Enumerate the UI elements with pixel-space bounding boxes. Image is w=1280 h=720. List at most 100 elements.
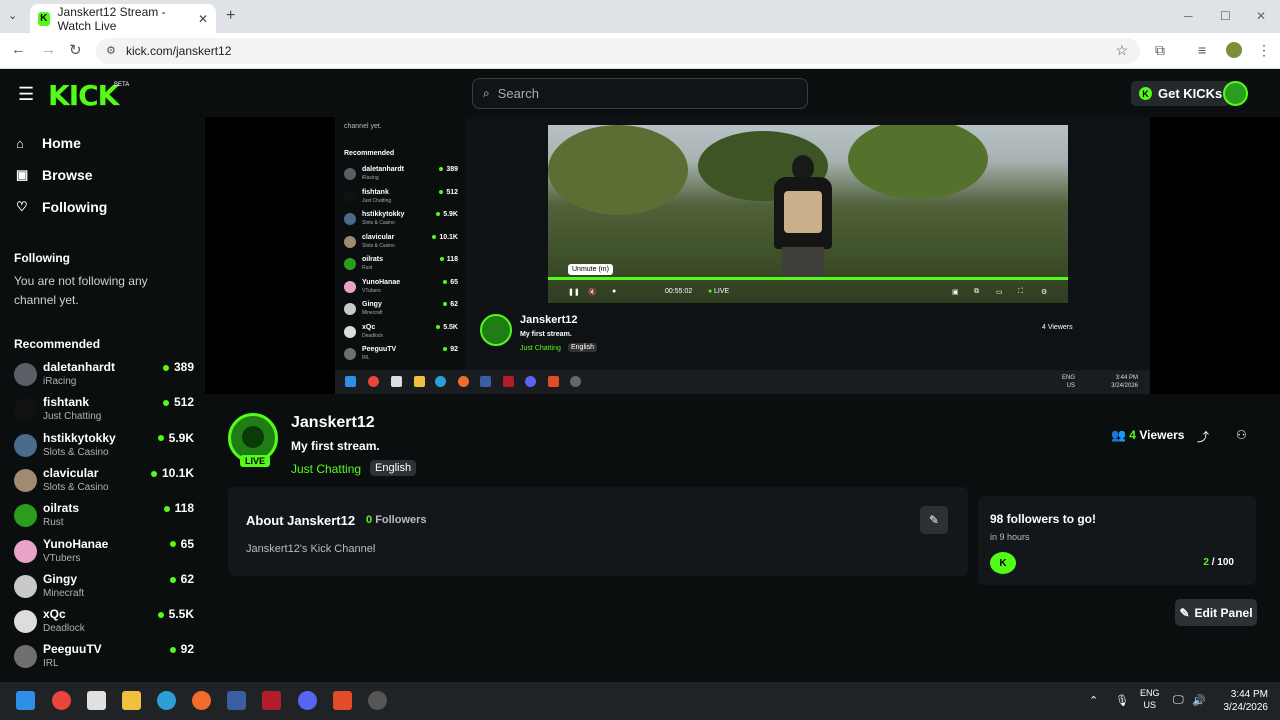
mute-icon[interactable]: 🔇 [588,288,597,296]
captured-firefox-icon [458,376,469,387]
clip-icon[interactable]: ▣ [952,288,959,296]
language-tag[interactable]: English [370,460,417,476]
recommended-channel[interactable]: PeeguuTV IRL 92 [14,642,194,674]
recommended-channel[interactable]: Gingy Minecraft 62 [14,572,194,604]
theater-icon[interactable]: ▭ [996,288,1003,296]
reload-icon[interactable]: ↻ [69,41,82,59]
captured-obs-icon [570,376,581,387]
obs-icon[interactable] [368,691,387,710]
recommended-channel[interactable]: xQc Deadlock 5.5K [14,607,194,639]
captured-language-indicator: ENG US [1061,375,1075,389]
captured-channel-viewers: 5.9K [436,211,458,218]
browser-tab[interactable]: K Janskert12 Stream - Watch Live ✕ [30,4,216,33]
get-kicks-button[interactable]: K Get KICKs [1131,81,1231,106]
recommended-channel[interactable]: oilrats Rust 118 [14,501,194,533]
url-text: kick.com/janskert12 [126,44,232,58]
category-link[interactable]: Just Chatting [291,462,361,476]
captured-channel-viewers: 92 [443,346,458,353]
steam-icon[interactable] [227,691,246,710]
recommended-channel[interactable]: fishtank Just Chatting 512 [14,395,194,427]
extensions-icon[interactable]: ⧉ [1155,42,1165,59]
captured-chrome-icon [368,376,379,387]
sidebar-item-following[interactable]: ♡ Following [16,197,107,217]
microphone-icon[interactable]: 🎙 [1115,694,1129,707]
captured-channel-category: Rust [362,265,373,271]
tab-list-chevron-icon[interactable]: ⌄ [8,9,17,22]
live-dot-icon [157,435,164,442]
address-bar[interactable]: ⚙ kick.com/janskert12 ☆ [96,38,1140,64]
site-header: ☰ KICK BETA ⌕ Search K Get KICKs [0,69,1280,117]
captured-channel-viewers: 512 [439,189,458,196]
network-icon[interactable]: 🖵 [1173,694,1184,707]
pip-icon[interactable]: ⧉ [974,288,979,296]
video-progress-bar[interactable] [548,277,1068,280]
bookmark-star-icon[interactable]: ☆ [1115,42,1128,59]
discord-icon[interactable] [298,691,317,710]
share-icon[interactable]: ⤴ [1197,428,1209,445]
system-clock[interactable]: 3:44 PM 3/24/2026 [1212,688,1269,714]
browser-profile-avatar[interactable] [1226,42,1242,58]
heart-icon: ♡ [16,199,28,214]
forward-arrow-icon[interactable]: → [41,41,56,58]
video-player[interactable]: channel yet. Recommended daletanhardt iRa… [205,117,1280,394]
game-video-frame [548,125,1068,303]
captured-channel-avatar [344,258,356,270]
viewer-count-label: Viewers [1139,428,1185,442]
back-arrow-icon[interactable]: ← [11,41,26,58]
recommended-channel[interactable]: clavicular Slots & Casino 10.1K [14,466,194,498]
minimize-window-icon[interactable]: ─ [1184,9,1193,23]
sidebar-item-browse[interactable]: ▣ Browse [16,165,93,185]
user-avatar[interactable] [1223,81,1248,106]
channel-category: Slots & Casino [43,446,109,458]
live-indicator-icon: ● [708,288,713,295]
channel-viewers: 65 [169,537,194,551]
captured-channel-viewers: 62 [443,301,458,308]
captured-channel-category: VTubers [362,287,381,294]
kick-logo[interactable]: KICK [48,79,119,112]
channel-viewers: 62 [169,572,194,586]
pause-icon[interactable]: ❚❚ [568,288,580,296]
fullscreen-icon[interactable]: ⛶ [1018,288,1023,296]
site-info-icon[interactable]: ⚙ [106,44,116,57]
chrome-icon[interactable] [52,691,71,710]
goal-time: in 9 hours [990,532,1030,542]
close-tab-icon[interactable]: ✕ [198,12,208,26]
file-explorer-icon[interactable] [122,691,141,710]
close-window-icon[interactable]: ✕ [1256,9,1266,23]
recommended-channel[interactable]: YunoHanae VTubers 65 [14,537,194,569]
stream-title: My first stream. [291,439,380,453]
volume-slider[interactable]: ● [612,288,616,295]
viewer-count: 👥 4 Viewers [1111,428,1184,442]
edit-pencil-icon[interactable]: ✎ [920,506,948,534]
windows-start-icon[interactable] [16,691,35,710]
volume-icon[interactable]: 🔊 [1192,694,1206,707]
brave-icon[interactable] [333,691,352,710]
user-options-icon[interactable]: ⚇ [1236,428,1247,442]
channel-name: Gingy [43,571,78,586]
recommended-channel[interactable]: daletanhardt iRacing 389 [14,360,194,392]
firefox-icon[interactable] [192,691,211,710]
sidebar-item-label: Browse [42,167,93,183]
captured-channel-name: daletanhardt [362,166,405,173]
language-indicator[interactable]: ENG US [1140,687,1160,711]
new-tab-button[interactable]: + [226,7,235,25]
tray-chevron-icon[interactable]: ⌃ [1089,694,1098,707]
store-icon[interactable] [87,691,106,710]
kick-favicon-icon: K [38,11,50,26]
edit-panel-button[interactable]: ✎ Edit Panel [1175,599,1257,626]
tab-title: Janskert12 Stream - Watch Live [57,4,166,33]
captured-channel-avatar [344,235,356,248]
sidebar-item-home[interactable]: ⌂ Home [16,133,81,153]
channel-name[interactable]: Janskert12 [291,414,375,432]
media-controls-icon[interactable]: ≡ [1198,42,1206,58]
search-input[interactable]: ⌕ Search [472,78,808,109]
menu-hamburger-icon[interactable]: ☰ [18,84,34,105]
adobe-app-icon[interactable] [262,691,281,710]
settings-gear-icon[interactable]: ⚙ [1041,288,1047,296]
recommended-channel[interactable]: hstikkytokky Slots & Casino 5.9K [14,431,194,463]
edge-icon[interactable] [157,691,176,710]
recommended-heading: Recommended [14,337,101,351]
browser-menu-icon[interactable]: ⋮ [1257,42,1271,59]
maximize-window-icon[interactable]: ☐ [1220,9,1231,23]
channel-name: daletanhardt [43,360,116,374]
